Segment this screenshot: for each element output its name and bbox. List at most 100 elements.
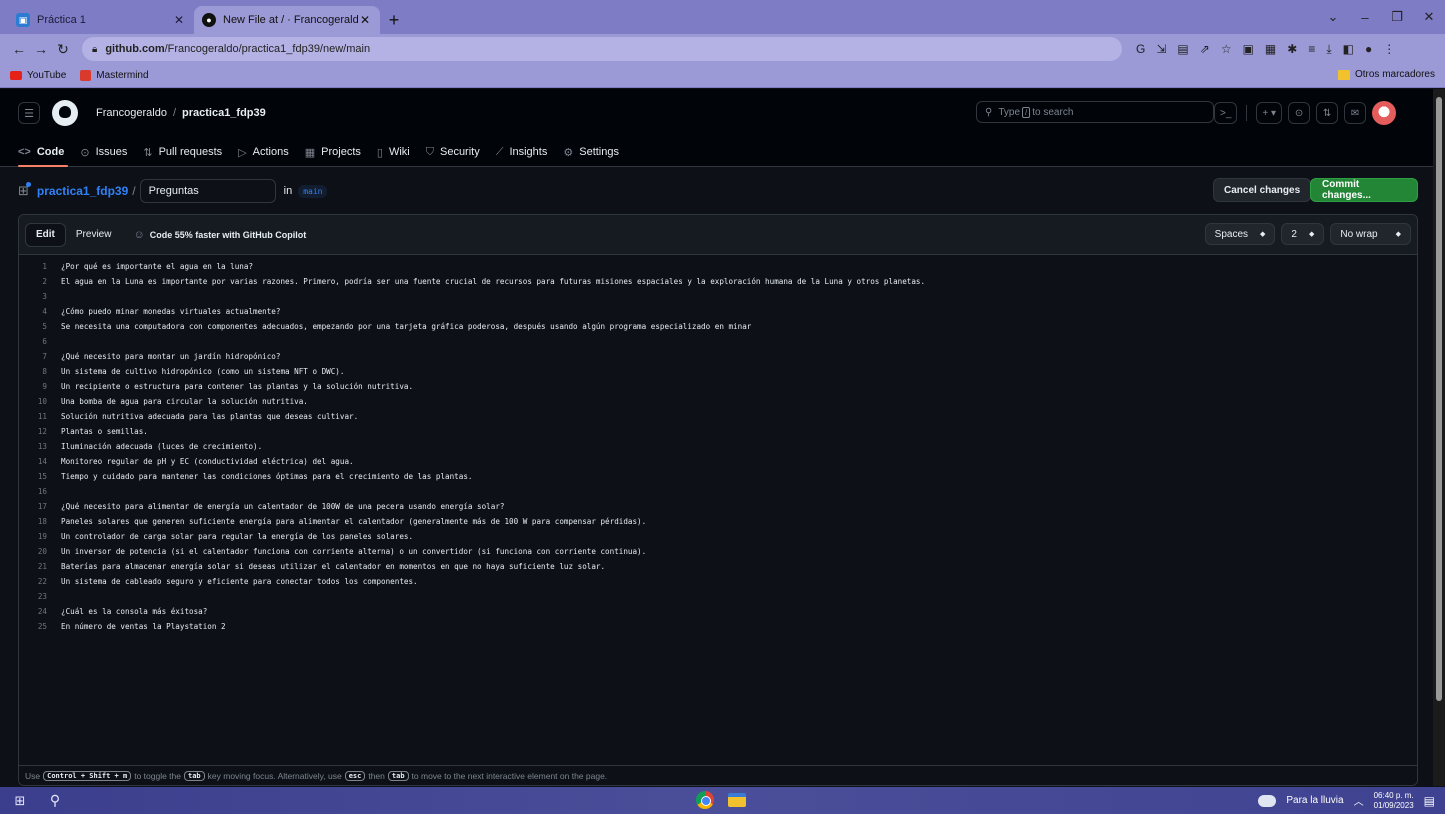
code-line: 7 ¿Qué necesito para montar un jardín hid… [19, 349, 1417, 364]
media-icon[interactable]: ≡ [1308, 42, 1315, 57]
repo-root-link[interactable]: practica1_fdp39 [37, 184, 128, 198]
preview-tab[interactable]: Preview [66, 223, 122, 247]
tab-code[interactable]: <> Code [18, 146, 64, 158]
notification-icon[interactable]: ▤ [1424, 794, 1435, 808]
hamburger-menu-button[interactable]: ☰ [18, 102, 40, 124]
new-tab-button[interactable]: + [380, 6, 408, 34]
file-tree-icon[interactable]: ⊞ [18, 182, 31, 199]
search-shortcut: / [1022, 106, 1031, 118]
tab-label: Actions [252, 146, 289, 158]
file-explorer-icon[interactable] [728, 793, 746, 807]
in-label: in [283, 185, 293, 197]
close-window-button[interactable]: ✕ [1413, 0, 1445, 34]
github-icon: ● [202, 13, 216, 27]
extension-icon[interactable]: ▣ [1243, 42, 1254, 57]
line-number: 8 [42, 367, 47, 376]
back-button[interactable]: ← [8, 41, 30, 57]
copilot-promo[interactable]: ☺ Code 55% faster with GitHub Copilot [133, 229, 306, 241]
avatar[interactable] [1372, 101, 1397, 125]
select-value: Spaces [1214, 228, 1249, 240]
line-number: 12 [37, 427, 47, 436]
weather-icon[interactable] [1258, 794, 1277, 807]
restore-button[interactable]: ❐ [1381, 0, 1413, 34]
command-palette-button[interactable]: >_ [1214, 102, 1238, 124]
line-number: 20 [37, 547, 47, 556]
download-icon[interactable]: ⤓ [1326, 42, 1331, 57]
code-editor: Edit Preview ☺ Code 55% faster with GitH… [18, 214, 1418, 786]
copilot-label: Code 55% faster with GitHub Copilot [149, 229, 307, 240]
wrap-mode-select[interactable]: No wrap ◆ [1330, 223, 1411, 245]
tab-insights[interactable]: ⟋ Insights [496, 146, 548, 159]
page-scrollbar[interactable] [1433, 89, 1445, 786]
line-number: 18 [37, 517, 47, 526]
indent-mode-select[interactable]: Spaces ◆ [1204, 223, 1276, 245]
tab-security[interactable]: ⛉ Security [426, 146, 480, 159]
sidepanel-icon[interactable]: ◧ [1343, 42, 1354, 57]
tab-pull-requests[interactable]: ⇅ Pull requests [143, 146, 222, 159]
filename-input[interactable] [139, 179, 276, 203]
other-bookmarks[interactable]: Otros marcadores [1337, 69, 1435, 80]
search-icon: ⚲ [985, 106, 993, 118]
chrome-icon[interactable] [696, 791, 714, 809]
browser-tab-github[interactable]: ● New File at / · Francogeraldo/pra ✕ [194, 6, 380, 34]
hint-key: esc [344, 770, 366, 781]
tab-label: Wiki [388, 146, 410, 158]
search-placeholder: to search [1032, 106, 1074, 118]
table-icon: ▦ [304, 146, 316, 159]
bookmark-youtube[interactable]: YouTube [10, 70, 66, 81]
chevron-up-icon[interactable]: ︿ [1354, 793, 1364, 808]
pull-requests-icon[interactable]: ⇅ [1316, 102, 1339, 124]
code-line: 21 Baterías para almacenar energía solar … [19, 559, 1417, 574]
translate-icon[interactable]: ▤ [1177, 42, 1188, 57]
star-icon[interactable]: ☆ [1221, 42, 1232, 57]
hint-text: to toggle the [134, 770, 181, 781]
code-textarea[interactable]: 1 ¿Por qué es importante el agua en la lu… [19, 255, 1417, 765]
minimize-button[interactable]: – [1349, 0, 1381, 34]
code-line: 24 ¿Cuál es la consola más éxitosa? [19, 604, 1417, 619]
issues-icon[interactable]: ⊙ [1288, 102, 1311, 124]
github-logo-icon[interactable] [52, 100, 78, 126]
close-icon[interactable]: ✕ [358, 13, 372, 27]
tab-label: Pull requests [158, 146, 223, 158]
repo-link[interactable]: practica1_fdp39 [182, 107, 266, 119]
share-icon[interactable]: ⇗ [1200, 42, 1210, 57]
code-line: 10 Una bomba de agua para circular la sol… [19, 394, 1417, 409]
menu-icon[interactable]: ⋮ [1383, 42, 1395, 57]
tab-actions[interactable]: ▷ Actions [238, 146, 289, 159]
url-input[interactable]: 🔒︎ github.com/Francogeraldo/practica1_fd… [82, 37, 1122, 61]
search-input[interactable]: ⚲ Type / to search [976, 101, 1214, 123]
weather-label[interactable]: Para la lluvia [1286, 795, 1343, 806]
tab-wiki[interactable]: ▯ Wiki [377, 146, 410, 159]
create-new-button[interactable]: + ▾ [1256, 102, 1283, 124]
scrollbar-thumb[interactable] [1436, 97, 1442, 701]
bookmark-mastermind[interactable]: Mastermind [80, 70, 149, 81]
browser-tab-practica[interactable]: ▣ Práctica 1 ✕ [8, 6, 194, 34]
clock[interactable]: 06:40 p. m. 01/09/2023 [1374, 791, 1414, 811]
close-icon[interactable]: ✕ [172, 13, 186, 27]
chevron-down-icon[interactable]: ⌄ [1317, 0, 1349, 34]
tab-issues[interactable]: ⊙ Issues [80, 146, 127, 159]
extension-icon[interactable]: ▦ [1265, 42, 1276, 57]
tab-settings[interactable]: ⚙ Settings [563, 146, 619, 159]
windows-start-icon[interactable]: ⊞ [0, 793, 40, 809]
indent-size-select[interactable]: 2 ◆ [1281, 223, 1325, 245]
edit-tab[interactable]: Edit [25, 222, 66, 247]
code-line: 1 ¿Por qué es importante el agua en la lu… [19, 259, 1417, 274]
profile-icon[interactable]: ● [1365, 42, 1372, 57]
owner-link[interactable]: Francogeraldo [96, 107, 167, 119]
youtube-icon [10, 71, 22, 80]
tab-projects[interactable]: ▦ Projects [305, 146, 361, 159]
reload-button[interactable]: ↻ [52, 41, 74, 58]
commit-changes-button[interactable]: Commit changes... [1310, 178, 1418, 202]
tab-label: Issues [95, 146, 128, 158]
cancel-changes-button[interactable]: Cancel changes [1213, 178, 1312, 202]
install-icon[interactable]: ⇲ [1156, 42, 1166, 57]
line-text: Un sistema de cableado seguro y eficient… [61, 577, 418, 586]
search-icon[interactable]: ⚲ [40, 792, 70, 809]
search-placeholder: Type [998, 106, 1021, 118]
forward-button[interactable]: → [30, 41, 52, 57]
puzzle-icon[interactable]: ✱ [1287, 42, 1297, 57]
inbox-icon[interactable]: ✉ [1344, 102, 1367, 124]
google-icon[interactable]: G [1136, 42, 1145, 57]
github-header: ☰ Francogeraldo / practica1_fdp39 ⚲ Type /… [0, 89, 1433, 167]
